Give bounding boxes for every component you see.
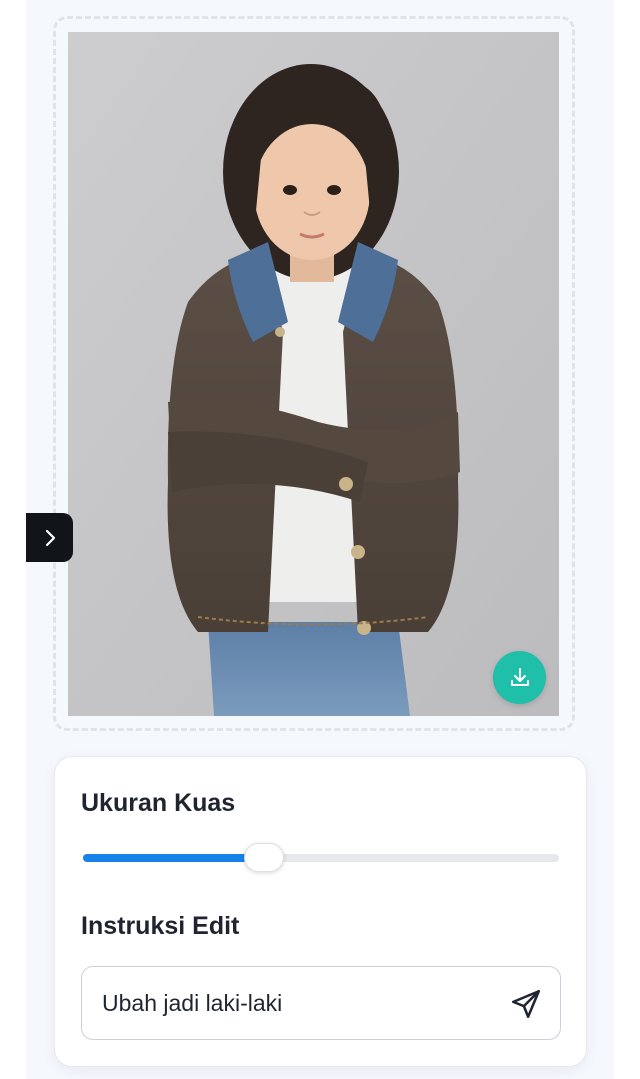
edit-instruction-label: Instruksi Edit — [81, 912, 240, 940]
download-button[interactable] — [493, 651, 546, 704]
brush-size-slider[interactable] — [83, 843, 559, 872]
brush-size-slider-thumb[interactable] — [243, 843, 284, 872]
photo-illustration — [68, 32, 559, 716]
send-button[interactable] — [506, 984, 546, 1024]
editor-page: Ukuran Kuas Instruksi Edit — [26, 0, 614, 1079]
download-icon — [510, 667, 529, 686]
brush-size-slider-fill — [83, 854, 264, 862]
chevron-right-icon — [45, 529, 55, 546]
edit-instruction-input[interactable] — [102, 967, 502, 1039]
send-icon — [511, 989, 541, 1019]
expand-sidebar-button[interactable] — [26, 513, 73, 562]
edited-photo[interactable] — [68, 32, 559, 716]
edit-instruction-field[interactable] — [81, 966, 561, 1040]
edit-controls-panel: Ukuran Kuas Instruksi Edit — [54, 756, 587, 1067]
brush-size-label: Ukuran Kuas — [81, 789, 236, 817]
